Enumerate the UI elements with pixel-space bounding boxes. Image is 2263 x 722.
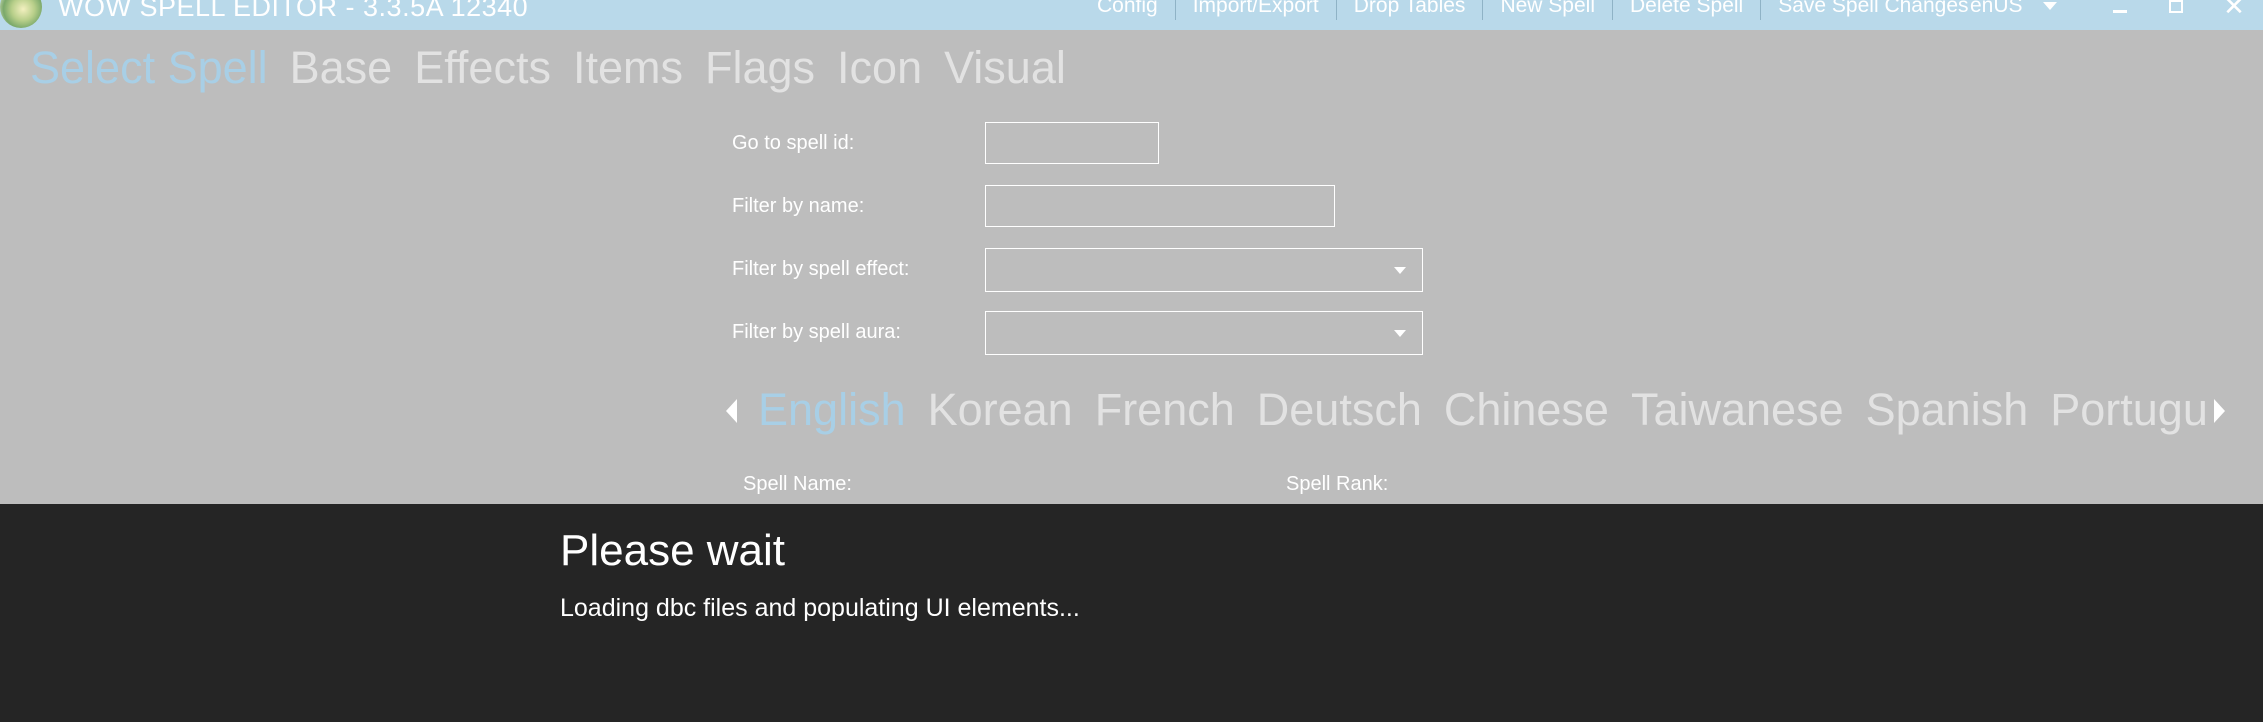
tab-flags[interactable]: Flags	[705, 42, 815, 94]
tab-items[interactable]: Items	[573, 42, 683, 94]
spell-name-label: Spell Name:	[743, 473, 852, 495]
new-spell-button[interactable]: New Spell	[1483, 0, 1612, 18]
tab-portuguese[interactable]: Portuguese	[2050, 384, 2206, 436]
locale-select[interactable]: enUS	[1970, 0, 2023, 18]
name-filter-label: Filter by name:	[732, 195, 865, 217]
tab-icon[interactable]: Icon	[837, 42, 922, 94]
chevron-down-icon	[1394, 330, 1406, 337]
name-filter-input[interactable]	[985, 185, 1335, 227]
effect-filter-dropdown[interactable]	[985, 248, 1423, 292]
scroll-right-icon[interactable]	[2214, 399, 2225, 423]
loading-title: Please wait	[560, 526, 786, 575]
tab-korean[interactable]: Korean	[928, 384, 1073, 436]
window-title: WOW SPELL EDITOR - 3.3.5A 12340	[58, 0, 529, 22]
chevron-down-icon	[1394, 267, 1406, 274]
tab-taiwanese[interactable]: Taiwanese	[1631, 384, 1844, 436]
main-tabs: Select Spell Base Effects Items Flags Ic…	[30, 42, 1088, 94]
loading-overlay: Please wait Loading dbc files and popula…	[0, 504, 2263, 722]
tab-english[interactable]: English	[758, 384, 906, 436]
tab-spanish[interactable]: Spanish	[1866, 384, 2029, 436]
top-menu: Config Import/Export Drop Tables New Spe…	[1080, 0, 1986, 24]
maximize-icon[interactable]	[2161, 0, 2189, 20]
tab-effects[interactable]: Effects	[414, 42, 551, 94]
spell-rank-label: Spell Rank:	[1286, 473, 1389, 495]
minimize-icon[interactable]	[2107, 0, 2135, 20]
import-export-button[interactable]: Import/Export	[1176, 0, 1336, 18]
aura-filter-dropdown[interactable]	[985, 311, 1423, 355]
spell-id-label: Go to spell id:	[732, 132, 855, 154]
loading-message: Loading dbc files and populating UI elem…	[560, 594, 1080, 622]
tab-deutsch[interactable]: Deutsch	[1257, 384, 1422, 436]
aura-filter-label: Filter by spell aura:	[732, 321, 901, 343]
tab-french[interactable]: French	[1095, 384, 1235, 436]
delete-spell-button[interactable]: Delete Spell	[1613, 0, 1760, 18]
app-logo-icon	[0, 0, 42, 28]
tab-base[interactable]: Base	[290, 42, 393, 94]
tab-chinese[interactable]: Chinese	[1444, 384, 1609, 436]
tab-select-spell[interactable]: Select Spell	[30, 42, 268, 94]
close-icon[interactable]: ✕	[2220, 0, 2248, 21]
save-spell-changes-button[interactable]: Save Spell Changes	[1761, 0, 1985, 18]
chevron-down-icon[interactable]	[2043, 2, 2057, 10]
config-button[interactable]: Config	[1080, 0, 1175, 18]
effect-filter-label: Filter by spell effect:	[732, 258, 910, 280]
language-tabs: English Korean French Deutsch Chinese Ta…	[758, 384, 2206, 440]
title-bar: WOW SPELL EDITOR - 3.3.5A 12340 Config I…	[0, 0, 2263, 30]
drop-tables-button[interactable]: Drop Tables	[1337, 0, 1483, 18]
scroll-left-icon[interactable]	[726, 399, 737, 423]
tab-visual[interactable]: Visual	[944, 42, 1066, 94]
spell-id-input[interactable]	[985, 122, 1159, 164]
